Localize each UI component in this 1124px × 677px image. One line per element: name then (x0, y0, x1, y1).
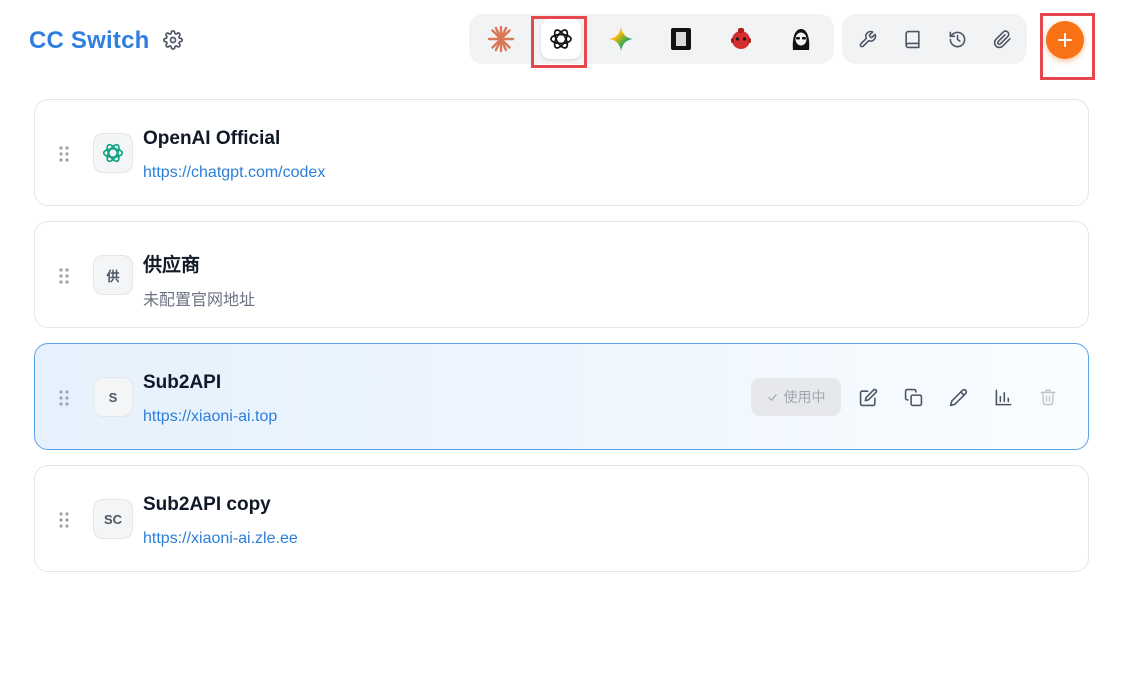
usage-chart-icon (995, 389, 1011, 405)
gemini-icon (609, 27, 633, 51)
provider-name: 供应商 (143, 255, 201, 276)
usage-button[interactable] (988, 382, 1018, 412)
duplicate-icon (904, 388, 922, 406)
attach-button[interactable] (987, 24, 1017, 54)
toolbar (842, 14, 1027, 64)
app-switch-app4[interactable] (661, 19, 701, 59)
provider-avatar: SC (93, 499, 133, 539)
gear-icon (163, 30, 183, 50)
black-square-app-icon (671, 28, 691, 50)
drag-handle-icon[interactable] (58, 145, 70, 163)
provider-avatar: 供 (93, 255, 133, 295)
history-button[interactable] (942, 24, 972, 54)
in-use-button[interactable]: 使用中 (751, 378, 841, 416)
character-avatar-icon (792, 29, 810, 50)
in-use-label: 使用中 (783, 389, 826, 405)
app-switcher (469, 14, 834, 64)
pencil-icon (949, 388, 967, 406)
provider-card[interactable]: OpenAI Official https://chatgpt.com/code… (34, 99, 1089, 206)
app-switch-claude[interactable] (481, 19, 521, 59)
provider-avatar: S (93, 377, 133, 417)
provider-name: OpenAI Official (143, 128, 281, 149)
wrench-icon (859, 30, 876, 47)
app-switch-gemini[interactable] (601, 19, 641, 59)
app-switch-app5[interactable] (721, 19, 761, 59)
provider-card-active[interactable]: S Sub2API https://xiaoni-ai.top 使用中 (34, 343, 1089, 450)
provider-url-link[interactable]: https://xiaoni-ai.zle.ee (143, 530, 298, 548)
provider-url-link[interactable]: https://xiaoni-ai.top (143, 408, 277, 426)
provider-url-link[interactable]: https://chatgpt.com/codex (143, 164, 325, 182)
docs-button[interactable] (897, 24, 927, 54)
tools-button[interactable] (852, 24, 882, 54)
red-mascot-icon (731, 28, 751, 49)
plus-icon (1058, 33, 1072, 47)
history-icon (949, 31, 965, 47)
drag-handle-icon[interactable] (58, 267, 70, 285)
provider-url-missing: 未配置官网地址 (143, 292, 256, 309)
check-icon (767, 393, 777, 401)
edit-button[interactable] (853, 382, 883, 412)
provider-name: Sub2API (143, 372, 222, 393)
duplicate-button[interactable] (898, 382, 928, 412)
delete-button[interactable] (1033, 382, 1063, 412)
rename-button[interactable] (943, 382, 973, 412)
provider-card[interactable]: 供 供应商 未配置官网地址 (34, 221, 1089, 328)
app-switch-app6[interactable] (781, 19, 821, 59)
claude-icon (487, 25, 515, 53)
drag-handle-icon[interactable] (58, 511, 70, 529)
provider-avatar (93, 133, 133, 173)
openai-icon (102, 143, 124, 163)
app-header: CC Switch (0, 0, 1124, 84)
book-icon (904, 30, 920, 48)
edit-icon (859, 388, 877, 406)
drag-handle-icon[interactable] (58, 389, 70, 407)
settings-button[interactable] (160, 27, 186, 53)
paperclip-icon (993, 29, 1011, 48)
provider-card[interactable]: SC Sub2API copy https://xiaoni-ai.zle.ee (34, 465, 1089, 572)
openai-icon (550, 29, 572, 49)
app-title: CC Switch (29, 27, 150, 54)
add-provider-button[interactable] (1046, 21, 1084, 59)
app-switch-codex[interactable] (541, 19, 581, 59)
trash-icon (1040, 389, 1056, 406)
provider-name: Sub2API copy (143, 494, 271, 515)
